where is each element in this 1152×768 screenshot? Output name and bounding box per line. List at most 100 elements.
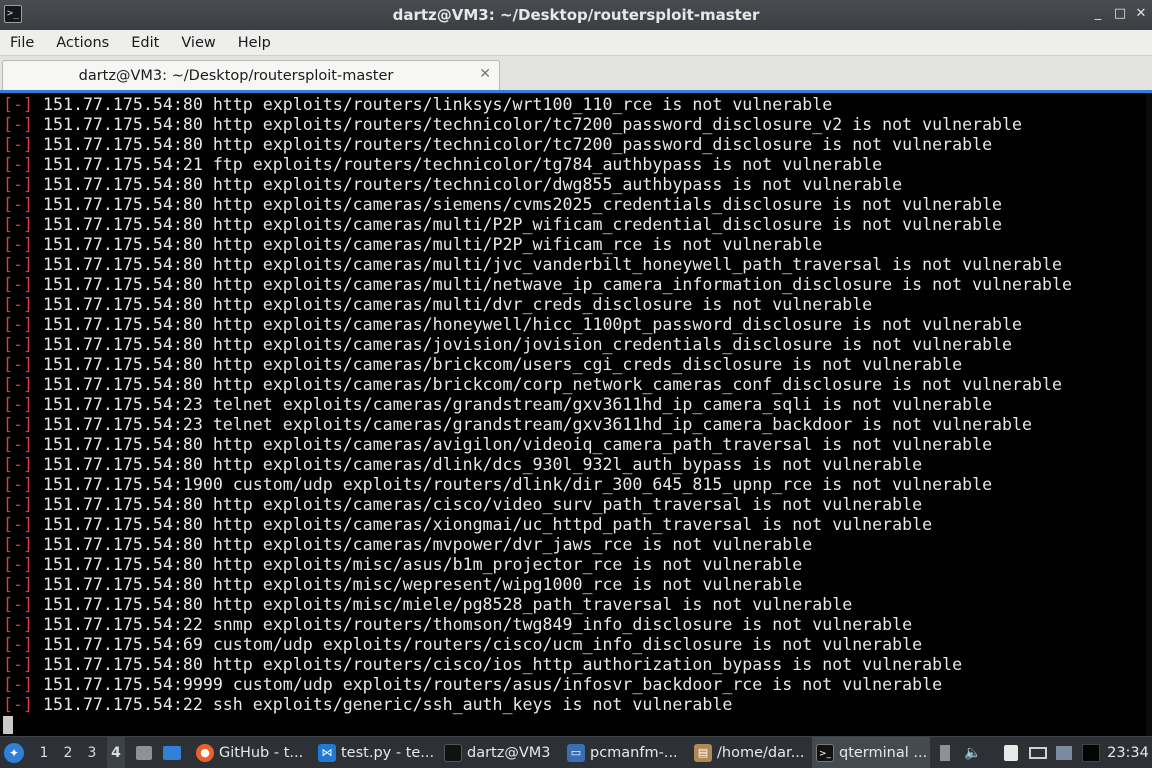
terminal-line-text: 151.77.175.54:80 http exploits/cameras/m… [42,215,1003,234]
folder-icon: ▭ [567,744,585,762]
desktop-1-button[interactable]: 1 [35,737,53,768]
terminal-line-text: 151.77.175.54:80 http exploits/misc/asus… [42,555,803,574]
network-icon[interactable] [1027,737,1049,768]
window-title: dartz@VM3: ~/Desktop/routersploit-master [392,6,760,24]
status-prefix: [-] [3,195,33,214]
status-prefix: [-] [3,415,33,434]
task-terminal[interactable]: dartz@VM3 [440,737,558,768]
terminal-line-text: 151.77.175.54:9999 custom/udp exploits/r… [42,675,943,694]
terminal-line: [-] 151.77.175.54:80 http exploits/camer… [3,355,1072,375]
task-firefox[interactable]: ● GitHub - t... [192,737,308,768]
status-prefix: [-] [3,295,33,314]
terminal-line-text: 151.77.175.54:80 http exploits/cameras/b… [42,355,963,374]
terminal-tab[interactable]: dartz@VM3: ~/Desktop/routersploit-master… [2,60,500,90]
task-archive[interactable]: ▤ /home/dar... [690,737,808,768]
terminal-line: [-] 151.77.175.54:21 ftp exploits/router… [3,155,1072,175]
tab-close-icon[interactable]: ✕ [479,66,491,82]
menu-view[interactable]: View [181,35,215,51]
terminal-line: [-] 151.77.175.54:80 http exploits/camer… [3,235,1072,255]
status-prefix: [-] [3,515,33,534]
system-tray-icon[interactable] [934,737,956,768]
terminal-tray-icon[interactable] [1080,737,1102,768]
terminal-line: [-] 151.77.175.54:80 http exploits/route… [3,115,1072,135]
task-label: test.py - te... [341,745,434,761]
status-prefix: [-] [3,255,33,274]
menu-help[interactable]: Help [238,35,271,51]
terminal-line-text: 151.77.175.54:80 http exploits/cameras/m… [42,235,823,254]
status-prefix: [-] [3,155,33,174]
status-prefix: [-] [3,115,33,134]
terminal-scrollbar[interactable] [1146,93,1152,736]
terminal-line: [-] 151.77.175.54:80 http exploits/route… [3,175,1072,195]
volume-icon[interactable]: 🔈 [962,737,984,768]
terminal-line-text: 151.77.175.54:80 http exploits/cameras/b… [42,375,1062,394]
menu-bar: File Actions Edit View Help [0,30,1152,56]
status-prefix: [-] [3,595,33,614]
status-prefix: [-] [3,135,33,154]
terminal-line-text: 151.77.175.54:21 ftp exploits/routers/te… [42,155,883,174]
terminal-icon [444,744,462,762]
terminal-line-text: 151.77.175.54:80 http exploits/cameras/m… [42,255,1062,274]
menu-actions[interactable]: Actions [56,35,109,51]
status-prefix: [-] [3,315,33,334]
terminal-line: [-] 151.77.175.54:80 http exploits/route… [3,135,1072,155]
status-prefix: [-] [3,555,33,574]
task-qterminal[interactable]: >_ qterminal ... [812,737,930,768]
close-button[interactable]: ✕ [1131,4,1151,24]
start-menu-button[interactable]: ✦ [4,737,28,768]
terminal-line: [-] 151.77.175.54:1900 custom/udp exploi… [3,475,1072,495]
taskbar: ✦ 1 2 3 4 ● GitHub - t... ⋈ test.py - te… [0,736,1152,768]
terminal-line: [-] 151.77.175.54:23 telnet exploits/cam… [3,415,1072,435]
task-label: dartz@VM3 [467,745,551,761]
terminal-line: [-] 151.77.175.54:80 http exploits/camer… [3,255,1072,275]
maximize-button[interactable]: □ [1110,4,1130,24]
vscode-icon: ⋈ [318,744,336,762]
terminal-line-text: 151.77.175.54:80 http exploits/routers/c… [42,655,963,674]
status-prefix: [-] [3,475,33,494]
status-prefix: [-] [3,215,33,234]
status-prefix: [-] [3,355,33,374]
clipboard-icon[interactable] [1000,737,1022,768]
status-prefix: [-] [3,95,33,114]
files-launcher-icon[interactable] [133,737,155,768]
terminal-line-text: 151.77.175.54:23 telnet exploits/cameras… [42,395,993,414]
terminal-line-text: 151.77.175.54:80 http exploits/routers/t… [42,175,903,194]
terminal-line-text: 151.77.175.54:1900 custom/udp exploits/r… [42,475,993,494]
terminal-line-text: 151.77.175.54:80 http exploits/cameras/m… [42,295,873,314]
desktop-2-button[interactable]: 2 [59,737,77,768]
status-prefix: [-] [3,375,33,394]
terminal-line-text: 151.77.175.54:80 http exploits/cameras/c… [42,495,923,514]
desktop-3-button[interactable]: 3 [83,737,101,768]
status-prefix: [-] [3,495,33,514]
task-vscode[interactable]: ⋈ test.py - te... [314,737,434,768]
task-label: /home/dar... [717,745,805,761]
window-titlebar[interactable]: >_ dartz@VM3: ~/Desktop/routersploit-mas… [0,0,1152,30]
terminal-cursor [3,716,13,734]
menu-file[interactable]: File [10,35,34,51]
terminal-line-text: 151.77.175.54:80 http exploits/cameras/a… [42,435,993,454]
archive-icon: ▤ [694,744,712,762]
terminal-line: [-] 151.77.175.54:23 telnet exploits/cam… [3,395,1072,415]
terminal-line-text: 151.77.175.54:23 telnet exploits/cameras… [42,415,1033,434]
terminal-line: [-] 151.77.175.54:80 http exploits/misc/… [3,575,1072,595]
terminal-line-text: 151.77.175.54:80 http exploits/misc/wepr… [42,575,803,594]
notification-icon[interactable] [1053,737,1075,768]
show-desktop-icon[interactable] [161,737,183,768]
clock[interactable]: 23:34 [1105,737,1151,768]
terminal-line: [-] 151.77.175.54:80 http exploits/camer… [3,375,1072,395]
status-prefix: [-] [3,395,33,414]
terminal-line: [-] 151.77.175.54:80 http exploits/misc/… [3,555,1072,575]
terminal-line: [-] 151.77.175.54:80 http exploits/camer… [3,195,1072,215]
status-prefix: [-] [3,635,33,654]
task-pcmanfm[interactable]: ▭ pcmanfm-... [563,737,687,768]
terminal-output[interactable]: [-] 151.77.175.54:80 http exploits/route… [0,90,1152,736]
status-prefix: [-] [3,435,33,454]
terminal-line: [-] 151.77.175.54:80 http exploits/camer… [3,315,1072,335]
desktop-4-button[interactable]: 4 [107,737,125,768]
terminal-line: [-] 151.77.175.54:80 http exploits/route… [3,95,1072,115]
terminal-line-text: 151.77.175.54:69 custom/udp exploits/rou… [42,635,923,654]
status-prefix: [-] [3,175,33,194]
menu-edit[interactable]: Edit [131,35,159,51]
minimize-button[interactable]: _ [1088,4,1108,24]
terminal-line: [-] 151.77.175.54:80 http exploits/camer… [3,275,1072,295]
